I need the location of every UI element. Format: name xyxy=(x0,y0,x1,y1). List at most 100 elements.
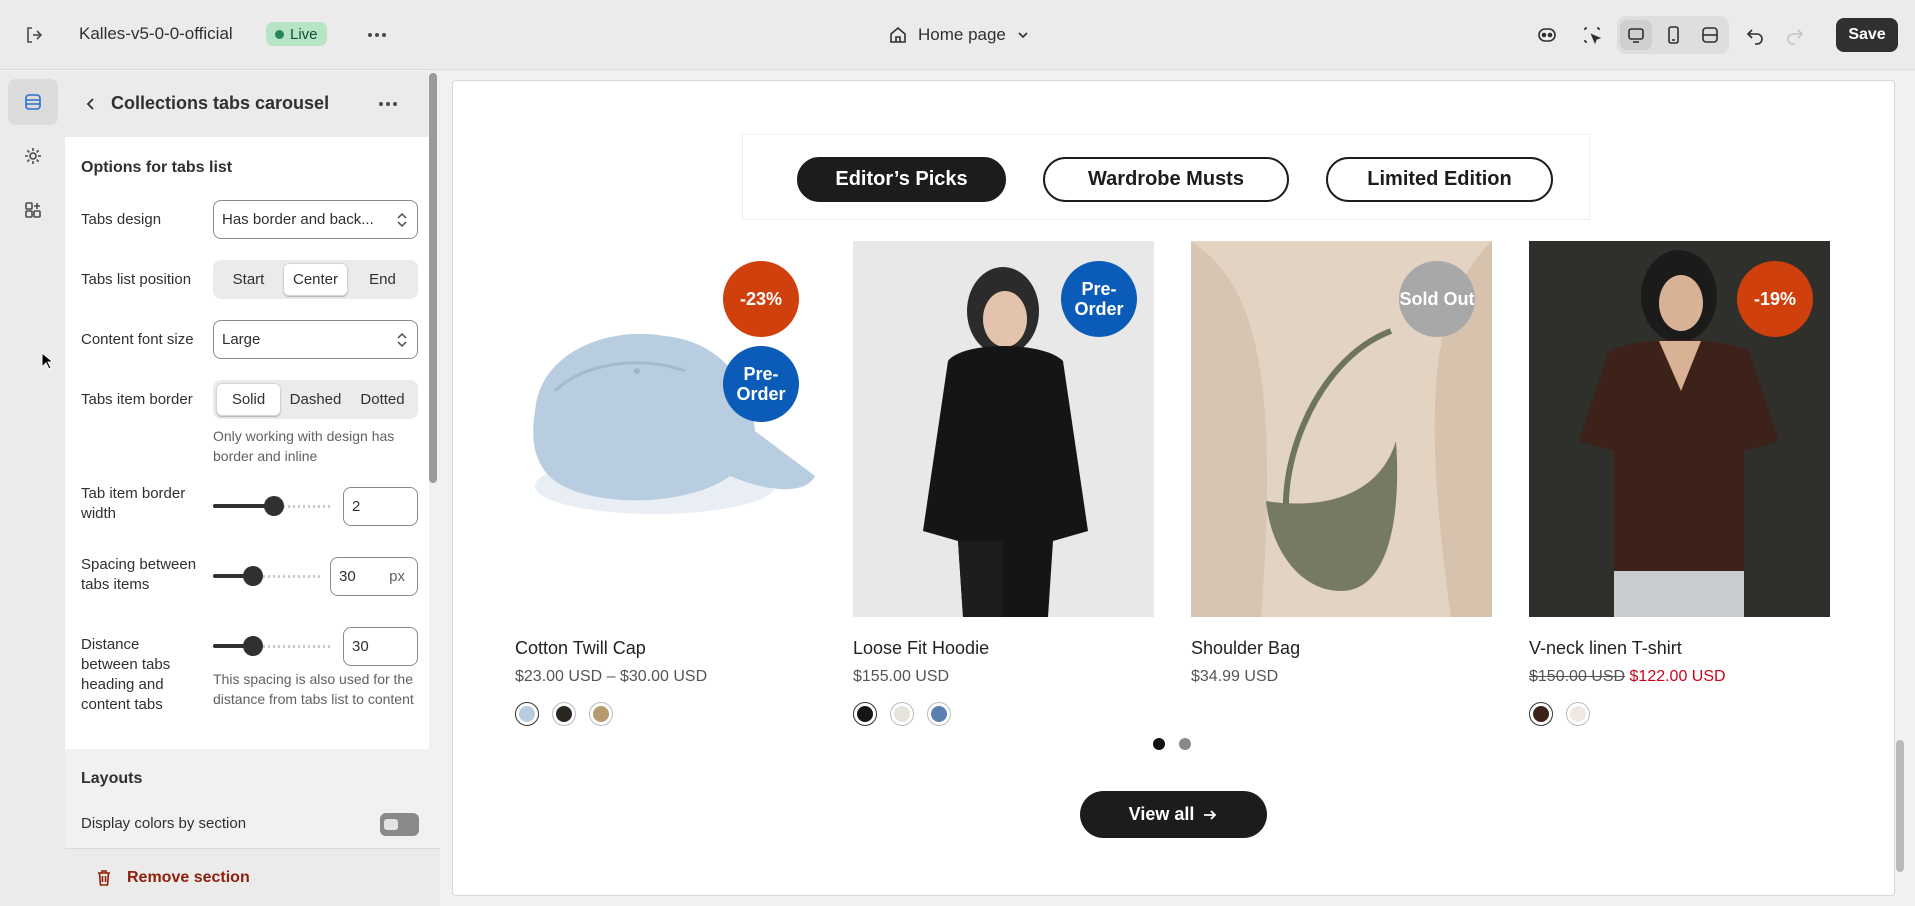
section-title: Options for tabs list xyxy=(81,159,233,176)
product-card[interactable]: -23% Pre-Order Cotton Twill Cap $23.00 U… xyxy=(515,241,816,726)
display-colors-label: Display colors by section xyxy=(81,815,247,832)
select-arrows-icon xyxy=(397,332,407,348)
product-card[interactable]: Sold Out Shoulder Bag $34.99 USD xyxy=(1191,241,1492,686)
apps-icon[interactable] xyxy=(8,187,58,233)
product-name[interactable]: Shoulder Bag xyxy=(1191,638,1492,659)
border-width-label: Tab item border width xyxy=(81,485,186,522)
live-badge: Live xyxy=(266,22,327,46)
swatch[interactable] xyxy=(853,702,877,726)
swatch[interactable] xyxy=(552,702,576,726)
remove-section-bar: Remove section xyxy=(65,848,440,906)
mobile-view-icon[interactable] xyxy=(1657,20,1689,50)
section-more-button[interactable] xyxy=(373,89,403,119)
color-swatches xyxy=(1529,702,1830,726)
product-image[interactable]: Sold Out xyxy=(1191,241,1492,617)
product-name[interactable]: Loose Fit Hoodie xyxy=(853,638,1154,659)
spacing-value: 30 xyxy=(339,568,356,585)
soldout-badge: Sold Out xyxy=(1399,261,1475,337)
left-rail xyxy=(0,71,65,906)
theme-settings-icon[interactable] xyxy=(8,133,58,179)
product-name[interactable]: Cotton Twill Cap xyxy=(515,638,816,659)
border-width-slider[interactable] xyxy=(213,496,333,516)
tabs-border-label: Tabs item border xyxy=(81,391,193,408)
view-all-button[interactable]: View all xyxy=(1080,791,1267,838)
font-size-label: Content font size xyxy=(81,331,194,348)
swatch[interactable] xyxy=(927,702,951,726)
page-selector-label: Home page xyxy=(918,25,1006,44)
layouts-title: Layouts xyxy=(81,770,143,787)
distance-slider[interactable] xyxy=(213,636,333,656)
position-end-option[interactable]: End xyxy=(350,263,415,296)
product-image[interactable]: -19% xyxy=(1529,241,1830,617)
undo-icon[interactable] xyxy=(1739,20,1771,50)
inspector-icon[interactable] xyxy=(1576,20,1608,50)
product-card[interactable]: -19% V-neck linen T-shirt $150.00 USD $1… xyxy=(1529,241,1830,726)
collection-tabs: Editor’s Picks Wardrobe Musts Limited Ed… xyxy=(743,135,1589,219)
product-card[interactable]: Pre-Order Loose Fit Hoodie $155.00 USD xyxy=(853,241,1154,726)
product-image[interactable]: -23% Pre-Order xyxy=(515,241,816,617)
swatch[interactable] xyxy=(1529,702,1553,726)
border-width-input[interactable]: 2 xyxy=(343,487,418,526)
font-size-select[interactable]: Large xyxy=(213,320,418,359)
product-image[interactable]: Pre-Order xyxy=(853,241,1154,617)
border-solid-option[interactable]: Solid xyxy=(216,383,281,416)
tab-wardrobe-musts[interactable]: Wardrobe Musts xyxy=(1043,157,1289,202)
fullscreen-view-icon[interactable] xyxy=(1694,20,1726,50)
tabs-border-segmented: Solid Dashed Dotted xyxy=(213,380,418,419)
trash-icon xyxy=(98,870,110,886)
sidekick-icon[interactable] xyxy=(1531,20,1563,50)
slider-thumb[interactable] xyxy=(264,496,284,516)
top-bar: Kalles-v5-0-0-official Live Home page Sa… xyxy=(0,0,1915,70)
border-dotted-option[interactable]: Dotted xyxy=(350,383,415,416)
select-arrows-icon xyxy=(397,212,407,228)
tabs-position-segmented: Start Center End xyxy=(213,260,418,299)
position-start-option[interactable]: Start xyxy=(216,263,281,296)
spacing-input[interactable]: 30 px xyxy=(330,557,418,596)
product-name[interactable]: V-neck linen T-shirt xyxy=(1529,638,1830,659)
page-selector[interactable]: Home page xyxy=(888,18,1030,52)
display-colors-toggle[interactable] xyxy=(380,813,419,836)
redo-icon[interactable] xyxy=(1779,20,1811,50)
color-swatches xyxy=(515,702,816,726)
live-dot-icon xyxy=(275,29,284,39)
swatch[interactable] xyxy=(1566,702,1590,726)
product-price: $23.00 USD – $30.00 USD xyxy=(515,668,708,685)
swatch[interactable] xyxy=(515,702,539,726)
tabs-design-select[interactable]: Has border and back... xyxy=(213,200,418,239)
product-price: $155.00 USD xyxy=(853,668,950,685)
distance-label: Distance between tabs heading and conten… xyxy=(81,636,171,713)
arrow-right-icon xyxy=(1204,809,1217,820)
panel-title: Collections tabs carousel xyxy=(111,93,330,113)
tab-editors-picks[interactable]: Editor’s Picks xyxy=(797,157,1006,202)
settings-card: Options for tabs list Tabs design Has bo… xyxy=(65,137,429,749)
slider-thumb[interactable] xyxy=(243,636,263,656)
tabs-design-label: Tabs design xyxy=(81,211,162,228)
sale-badge: -23% xyxy=(723,261,799,337)
tab-limited-edition[interactable]: Limited Edition xyxy=(1326,157,1553,202)
exit-icon[interactable] xyxy=(18,20,50,50)
spacing-slider[interactable] xyxy=(213,566,321,586)
position-center-option[interactable]: Center xyxy=(283,263,348,296)
preorder-badge: Pre-Order xyxy=(723,346,799,422)
home-icon xyxy=(890,26,906,43)
sale-badge: -19% xyxy=(1737,261,1813,337)
tabs-border-help: Only working with design has border and … xyxy=(213,428,395,464)
sections-icon[interactable] xyxy=(8,79,58,125)
carousel-dot[interactable] xyxy=(1153,738,1165,750)
font-size-value: Large xyxy=(222,331,261,348)
carousel-dot[interactable] xyxy=(1179,738,1191,750)
viewport-switcher xyxy=(1617,16,1729,54)
remove-section-button[interactable]: Remove section xyxy=(95,869,250,887)
panel-scrollbar[interactable] xyxy=(429,73,437,483)
back-button[interactable] xyxy=(77,90,105,118)
preview-scrollbar[interactable] xyxy=(1896,740,1904,872)
more-actions-button[interactable] xyxy=(360,20,394,50)
distance-input[interactable]: 30 xyxy=(343,627,418,666)
border-dashed-option[interactable]: Dashed xyxy=(283,383,348,416)
slider-thumb[interactable] xyxy=(243,566,263,586)
store-name: Kalles-v5-0-0-official xyxy=(79,24,233,43)
save-button[interactable]: Save xyxy=(1836,18,1898,52)
swatch[interactable] xyxy=(589,702,613,726)
swatch[interactable] xyxy=(890,702,914,726)
desktop-view-icon[interactable] xyxy=(1620,20,1652,50)
